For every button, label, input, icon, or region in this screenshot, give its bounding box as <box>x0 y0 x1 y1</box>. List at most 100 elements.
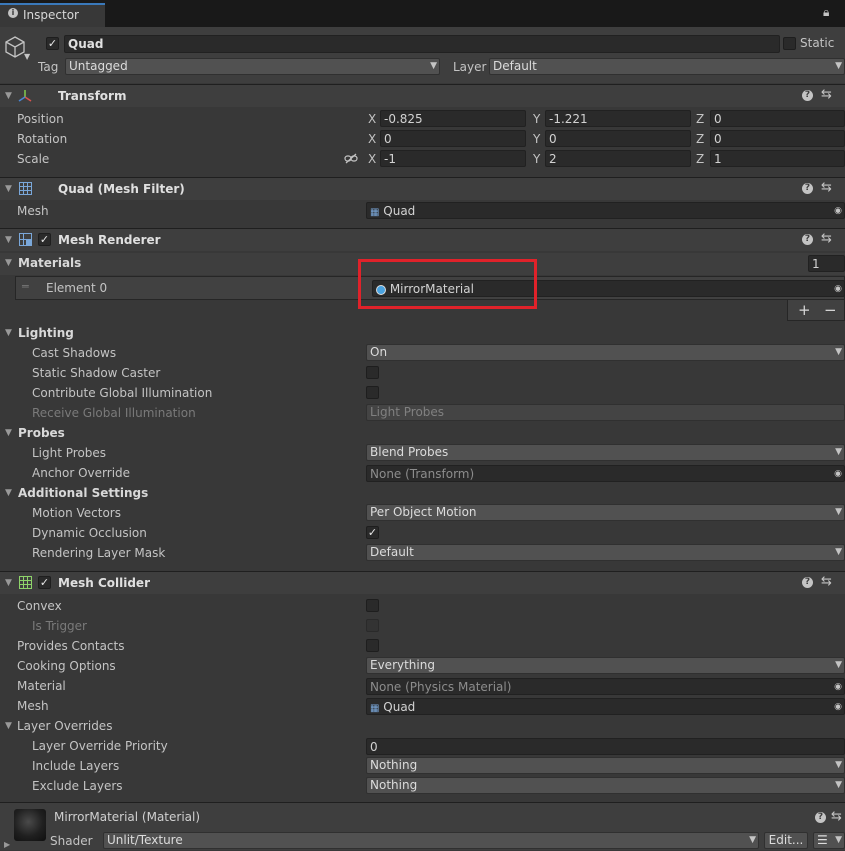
foldout-arrow-icon[interactable]: ▼ <box>5 253 12 273</box>
additional-settings-label[interactable]: Additional Settings <box>18 483 148 503</box>
rotation-z-label[interactable]: Z <box>696 129 704 149</box>
exclude-layers-dropdown[interactable]: Nothing ▼ <box>366 777 845 794</box>
help-icon[interactable]: ? <box>815 812 826 823</box>
rotation-y-value: 0 <box>549 132 557 146</box>
rotation-y-input[interactable]: 0 <box>545 130 691 147</box>
transform-header[interactable]: ▼ Transform ? ⇆ <box>0 84 845 107</box>
layer-override-priority-value: 0 <box>370 740 378 754</box>
chevron-down-icon: ▼ <box>835 547 842 557</box>
gameobject-name-input[interactable]: Quad <box>64 35 780 53</box>
mesh-collider-header[interactable]: ▼ ✓ Mesh Collider ? ⇆ <box>0 571 845 594</box>
dynamic-occlusion-checkbox[interactable]: ✓ <box>366 526 379 539</box>
motion-vectors-label: Motion Vectors <box>32 506 121 520</box>
collider-mesh-field[interactable]: ▦ Quad ◉ <box>366 698 845 715</box>
materials-count-input[interactable]: 1 <box>808 255 845 272</box>
position-z-input[interactable]: 0 <box>710 110 845 127</box>
mesh-filter-mesh-field[interactable]: ▦ Quad ◉ <box>366 202 845 219</box>
chevron-down-icon: ▼ <box>835 507 842 517</box>
foldout-arrow-icon[interactable]: ▼ <box>5 86 12 106</box>
lighting-label[interactable]: Lighting <box>18 323 74 343</box>
object-picker-icon[interactable]: ◉ <box>834 203 842 218</box>
tab-inspector[interactable]: i Inspector <box>0 3 105 27</box>
rotation-x-label[interactable]: X <box>368 129 376 149</box>
element0-label: Element 0 <box>46 281 108 295</box>
tab-inspector-label: Inspector <box>23 8 79 22</box>
receive-gi-label: Receive Global Illumination <box>32 406 196 420</box>
layer-overrides-label[interactable]: Layer Overrides <box>17 716 112 736</box>
scale-y-input[interactable]: 2 <box>545 150 691 167</box>
object-picker-icon[interactable]: ◉ <box>834 281 842 296</box>
help-icon[interactable]: ? <box>802 90 813 101</box>
highlight-box <box>358 259 537 309</box>
foldout-arrow-icon[interactable]: ▶ <box>4 840 10 849</box>
drag-handle-icon[interactable]: ═ <box>22 280 29 293</box>
tag-dropdown[interactable]: Untagged ▼ <box>65 58 440 75</box>
convex-checkbox[interactable] <box>366 599 379 612</box>
static-shadow-caster-checkbox[interactable] <box>366 366 379 379</box>
mesh-renderer-enabled-checkbox[interactable]: ✓ <box>38 233 51 246</box>
gameobject-name-value: Quad <box>68 37 104 51</box>
object-picker-icon[interactable]: ◉ <box>834 679 842 694</box>
cast-shadows-dropdown[interactable]: On ▼ <box>366 344 845 361</box>
settings-icon[interactable]: ⇆ <box>821 231 832 246</box>
layer-override-priority-input[interactable]: 0 <box>366 738 845 755</box>
probes-label[interactable]: Probes <box>18 423 65 443</box>
scale-z-input[interactable]: 1 <box>710 150 845 167</box>
help-icon[interactable]: ? <box>802 234 813 245</box>
chevron-down-icon: ▼ <box>749 835 756 845</box>
settings-icon[interactable]: ⇆ <box>821 574 832 589</box>
scale-z-label[interactable]: Z <box>696 149 704 169</box>
motion-vectors-dropdown[interactable]: Per Object Motion ▼ <box>366 504 845 521</box>
collider-material-label: Material <box>17 679 66 693</box>
layer-dropdown[interactable]: Default ▼ <box>489 58 845 75</box>
foldout-arrow-icon[interactable]: ▼ <box>5 323 12 343</box>
contribute-gi-checkbox[interactable] <box>366 386 379 399</box>
scale-y-label[interactable]: Y <box>533 149 540 169</box>
chevron-down-icon[interactable]: ▼ <box>24 52 30 61</box>
mesh-collider-enabled-checkbox[interactable]: ✓ <box>38 576 51 589</box>
foldout-arrow-icon[interactable]: ▼ <box>5 716 12 736</box>
foldout-arrow-icon[interactable]: ▼ <box>5 573 12 593</box>
rotation-z-input[interactable]: 0 <box>710 130 845 147</box>
position-x-input[interactable]: -0.825 <box>380 110 526 127</box>
foldout-arrow-icon[interactable]: ▼ <box>5 483 12 503</box>
provides-contacts-checkbox[interactable] <box>366 639 379 652</box>
collider-material-field[interactable]: None (Physics Material) ◉ <box>366 678 845 695</box>
anchor-override-field[interactable]: None (Transform) ◉ <box>366 465 845 482</box>
mesh-renderer-header[interactable]: ▼ ✓ Mesh Renderer ? ⇆ <box>0 228 845 251</box>
mesh-filter-header[interactable]: ▼ Quad (Mesh Filter) ? ⇆ <box>0 177 845 200</box>
shader-options-button[interactable]: ☰ ▼ <box>813 832 845 849</box>
position-y-label[interactable]: Y <box>533 109 540 129</box>
scale-x-input[interactable]: -1 <box>380 150 526 167</box>
remove-element-button[interactable]: − <box>824 301 837 319</box>
constrain-proportions-icon[interactable] <box>344 153 358 164</box>
settings-icon[interactable]: ⇆ <box>821 87 832 102</box>
static-checkbox[interactable] <box>783 37 796 50</box>
position-x-label[interactable]: X <box>368 109 376 129</box>
foldout-arrow-icon[interactable]: ▼ <box>5 230 12 250</box>
shader-dropdown[interactable]: Unlit/Texture ▼ <box>103 832 759 849</box>
add-element-button[interactable]: + <box>798 301 811 319</box>
settings-icon[interactable]: ⇆ <box>821 180 832 195</box>
lock-icon[interactable]: 🔒︎ <box>823 5 829 20</box>
help-icon[interactable]: ? <box>802 183 813 194</box>
object-picker-icon[interactable]: ◉ <box>834 699 842 714</box>
help-icon[interactable]: ? <box>802 577 813 588</box>
rotation-x-input[interactable]: 0 <box>380 130 526 147</box>
scale-x-label[interactable]: X <box>368 149 376 169</box>
foldout-arrow-icon[interactable]: ▼ <box>5 179 12 199</box>
foldout-arrow-icon[interactable]: ▼ <box>5 423 12 443</box>
gameobject-active-checkbox[interactable]: ✓ <box>46 37 59 50</box>
settings-icon[interactable]: ⇆ <box>831 809 842 824</box>
materials-count-value: 1 <box>812 257 820 271</box>
position-y-input[interactable]: -1.221 <box>545 110 691 127</box>
position-z-label[interactable]: Z <box>696 109 704 129</box>
shader-edit-button[interactable]: Edit... <box>764 832 808 849</box>
material-preview-thumbnail[interactable] <box>14 809 46 841</box>
light-probes-dropdown[interactable]: Blend Probes ▼ <box>366 444 845 461</box>
object-picker-icon[interactable]: ◉ <box>834 466 842 481</box>
rendering-layer-mask-dropdown[interactable]: Default ▼ <box>366 544 845 561</box>
cooking-options-dropdown[interactable]: Everything ▼ <box>366 657 845 674</box>
rotation-y-label[interactable]: Y <box>533 129 540 149</box>
include-layers-dropdown[interactable]: Nothing ▼ <box>366 757 845 774</box>
